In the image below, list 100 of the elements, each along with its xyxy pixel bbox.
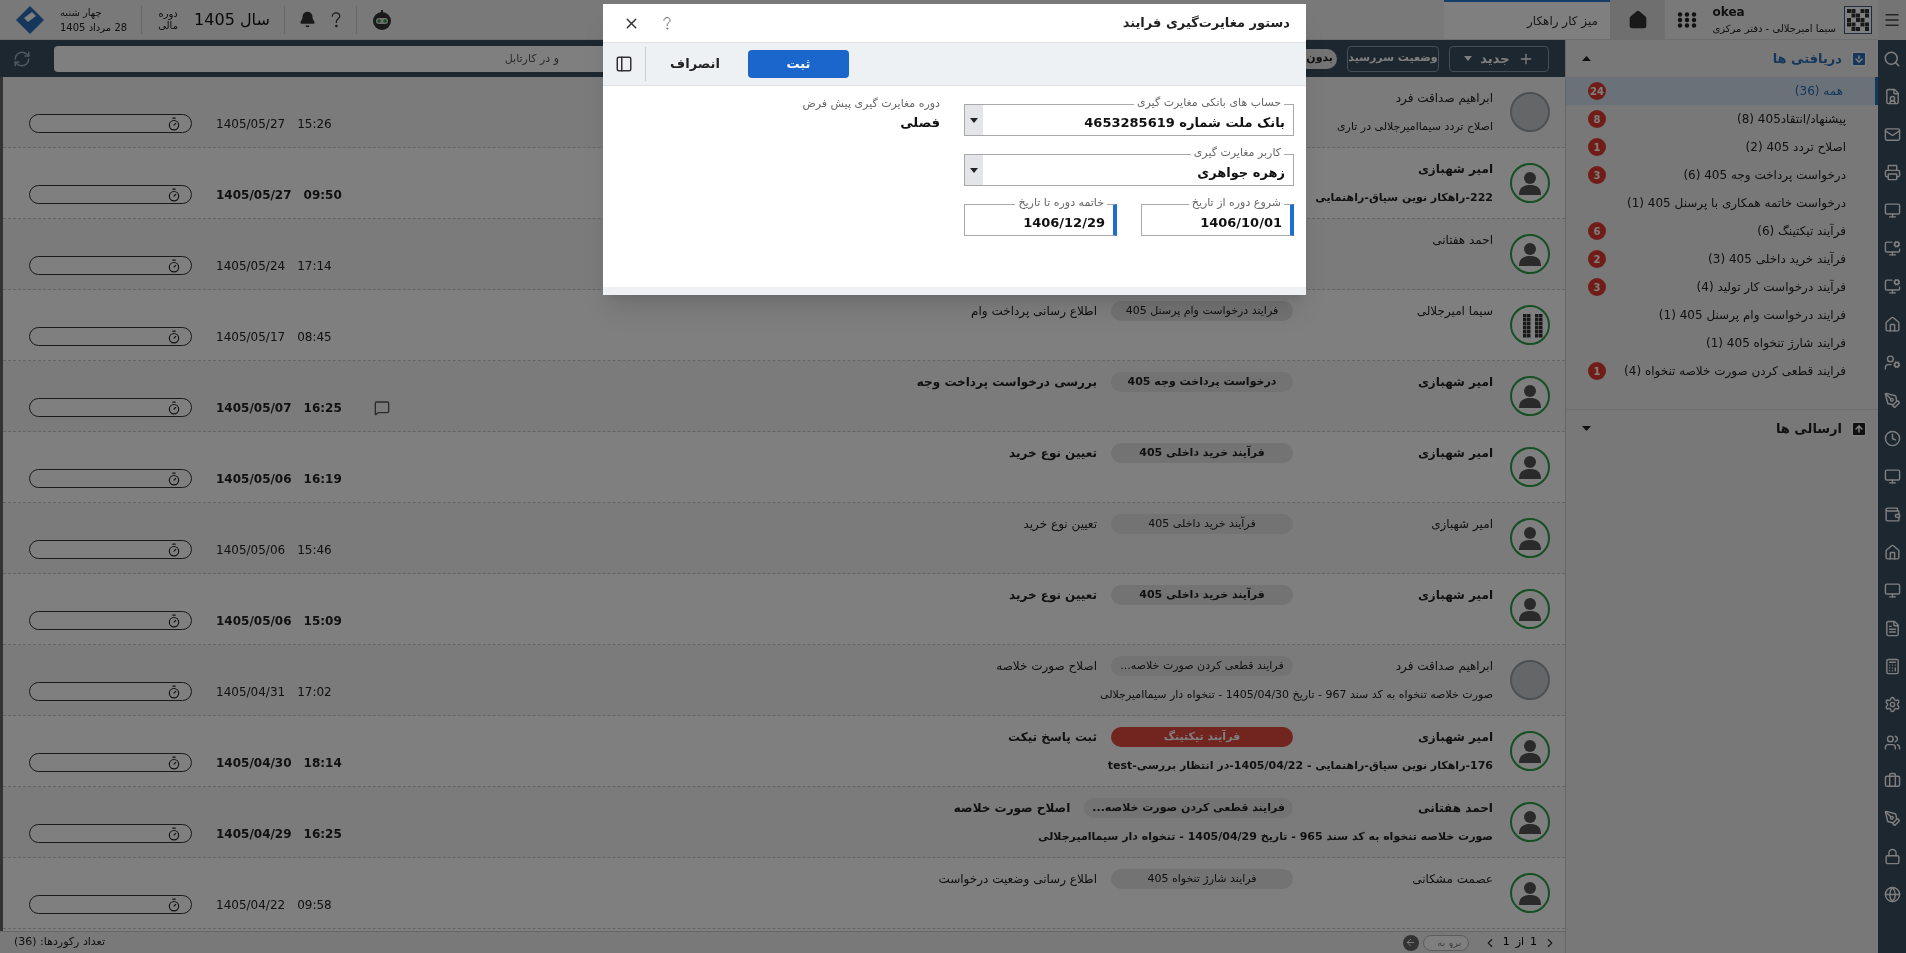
process-tag: فرایند قطعی کردن صورت خلاصه... <box>1111 656 1293 676</box>
task-date: 1405/05/06 <box>216 613 292 630</box>
dialog-title: دستور مغایرت‌گیری فرایند <box>1122 14 1290 33</box>
fiscal-period-label: دوره مالی <box>157 7 179 32</box>
task-time: 18:14 <box>303 755 342 772</box>
item-label: فرایند قطعی کردن صورت خلاصه تنخواه (4) <box>1624 363 1846 380</box>
page-number: 1 <box>1530 934 1537 951</box>
item-label: فرآیند درخواست کار تولید (4) <box>1696 278 1846 296</box>
task-date: 1405/05/17 <box>216 329 286 346</box>
company-name: okea <box>1712 4 1745 21</box>
process-tag: فرایند درخواست وام پرسنل 405 <box>1111 301 1293 321</box>
field-label: کاربر مغایرت گیری <box>1190 146 1284 160</box>
page-total: 1 <box>1502 934 1510 951</box>
task-time: 17:14 <box>297 258 332 275</box>
task-date: 1405/04/30 <box>216 755 292 772</box>
current-date: 28 مرداد 1405 <box>60 20 128 35</box>
task-description: 176-راهکار نوین سیاق-راهنمایی - 1405/04/22-در انتظار بررسی-test <box>1107 757 1493 774</box>
weekday: چهار شنبه <box>60 5 102 20</box>
count-badge: 24 <box>1588 82 1606 100</box>
task-time: 08:45 <box>297 329 332 346</box>
item-label: فرایند درخواست وام پرسنل 405 (1) <box>1658 307 1846 324</box>
item-label: پیشنهاد/انتقاد405 (8) <box>1737 111 1846 128</box>
step-text: اصلاح صورت خلاصه <box>996 658 1097 675</box>
task-description: صورت خلاصه تنخواه به کد سند 965 - تاریخ 1405/04/29 - تنخواه دار سیماامیرجلالی <box>1038 828 1493 845</box>
process-tag: درخواست پرداخت وجه 405 <box>1111 372 1293 392</box>
task-time: 15:26 <box>297 116 332 133</box>
task-time: 16:25 <box>303 400 342 417</box>
task-time: 16:25 <box>303 826 342 843</box>
sender-name: احمد هفتانی <box>1417 800 1493 817</box>
step-text: تعیین نوع خرید <box>1023 516 1097 533</box>
task-time: 15:09 <box>303 613 342 630</box>
user-office: سیما امیرجلالی - دفتر مرکزی <box>1712 22 1836 36</box>
task-date: 1405/04/29 <box>216 826 292 843</box>
sender-name: عصمت مشکانی <box>1411 871 1493 888</box>
step-text: ثبت پاسخ تیکت <box>1008 729 1097 746</box>
section-title: دریافتی ها <box>1772 49 1842 68</box>
count-badge: 3 <box>1588 278 1606 296</box>
item-label: همه (36) <box>1794 83 1843 100</box>
process-tag: فرآیند خرید داخلی 405 <box>1111 514 1293 534</box>
default-period-label: دوره مغایرت گیری پیش فرض <box>802 96 940 112</box>
task-date: 1405/04/22 <box>216 897 286 914</box>
task-time: 09:50 <box>303 187 342 204</box>
task-time: 16:19 <box>303 471 342 488</box>
task-time: 17:02 <box>297 684 332 701</box>
step-text: اصلاح صورت خلاصه <box>953 800 1071 817</box>
task-time: 09:58 <box>297 897 332 914</box>
item-label: فرآیند تیکتینگ (6) <box>1757 222 1846 240</box>
step-text: تعیین نوع خرید <box>1009 587 1097 604</box>
process-tag: فرآیند تیکتینگ <box>1111 727 1293 747</box>
step-text: تعیین نوع خرید <box>1009 445 1097 462</box>
item-label: فرآیند خرید داخلی 405 (3) <box>1708 250 1846 268</box>
process-tag: فرآیند خرید داخلی 405 <box>1111 585 1293 605</box>
process-tag: فرایند شارژ تنخواه 405 <box>1111 869 1293 889</box>
count-badge: 3 <box>1588 166 1606 184</box>
process-tag: فرایند قطعی کردن صورت خلاصه... <box>1084 798 1293 818</box>
task-date: 1405/05/07 <box>216 400 292 417</box>
task-date: 1405/05/06 <box>216 471 292 488</box>
item-label: درخواست خاتمه همکاری با پرسنل 405 (1) <box>1627 195 1846 212</box>
field-label: خاتمه دوره تا تاریخ <box>1015 196 1107 210</box>
item-label: درخواست پرداخت وجه 405 (6) <box>1683 167 1846 184</box>
sender-name: سیما امیرجلالی <box>1415 303 1493 320</box>
count-badge: 1 <box>1588 138 1606 156</box>
sender-name: امیر شهبازی <box>1430 516 1493 533</box>
record-count: تعداد رکوردها: (36) <box>14 934 105 951</box>
sender-name: ابراهیم صداقت فرد <box>1394 90 1493 107</box>
field-value: 1406/10/01 <box>1199 214 1283 233</box>
task-date: 1405/05/27 <box>216 116 286 133</box>
field-label: شروع دوره از تاریخ <box>1188 196 1284 210</box>
task-time: 15:46 <box>297 542 332 559</box>
task-description: 222-راهکار نوین سیاق-راهنمایی <box>1315 189 1493 206</box>
step-text: اطلاع رسانی وضعیت درخواست <box>938 871 1097 888</box>
task-date: 1405/04/31 <box>216 684 286 701</box>
item-label: اصلاح تردد 405 (2) <box>1745 139 1846 156</box>
sender-name: امیر شهبازی <box>1416 729 1493 746</box>
task-description: اصلاح تردد سیماامیرجلالی در تاری <box>1337 118 1493 135</box>
task-date: 1405/05/06 <box>216 542 286 559</box>
step-text: اطلاع رسانی پرداخت وام <box>971 303 1097 320</box>
task-description: صورت خلاصه تنخواه به کد سند 967 - تاریخ 1405/04/30 - تنخواه دار سیماامیرجلالی <box>1100 686 1493 703</box>
field-value: بانک ملت شماره 4653285619 <box>1083 114 1286 133</box>
field-value: زهره جواهری <box>1196 164 1286 183</box>
task-date: 1405/05/27 <box>216 187 292 204</box>
field-value: 1406/12/29 <box>1022 214 1106 233</box>
sender-name: امیر شهبازی <box>1416 161 1493 178</box>
default-period-value: فصلی <box>899 113 940 132</box>
count-badge: 1 <box>1588 362 1606 380</box>
section-title: ارسالی ها <box>1775 419 1842 438</box>
task-date: 1405/05/24 <box>216 258 286 275</box>
sender-name: امیر شهبازی <box>1416 374 1493 391</box>
count-badge: 2 <box>1588 250 1606 268</box>
sender-name: ابراهیم صداقت فرد <box>1394 658 1493 675</box>
count-badge: 8 <box>1588 110 1606 128</box>
field-label: حساب های بانکی مغایرت گیری <box>1133 96 1284 110</box>
step-text: بررسی درخواست پرداخت وجه <box>916 374 1097 391</box>
count-badge: 6 <box>1588 222 1606 240</box>
sender-name: امیر شهبازی <box>1416 445 1493 462</box>
sender-name: احمد هفتانی <box>1431 232 1493 249</box>
process-tag: فرآیند خرید داخلی 405 <box>1111 443 1293 463</box>
page-of: از <box>1515 934 1524 951</box>
item-label: فرایند شارژ تنخواه 405 (1) <box>1706 335 1846 352</box>
sender-name: امیر شهبازی <box>1416 587 1493 604</box>
